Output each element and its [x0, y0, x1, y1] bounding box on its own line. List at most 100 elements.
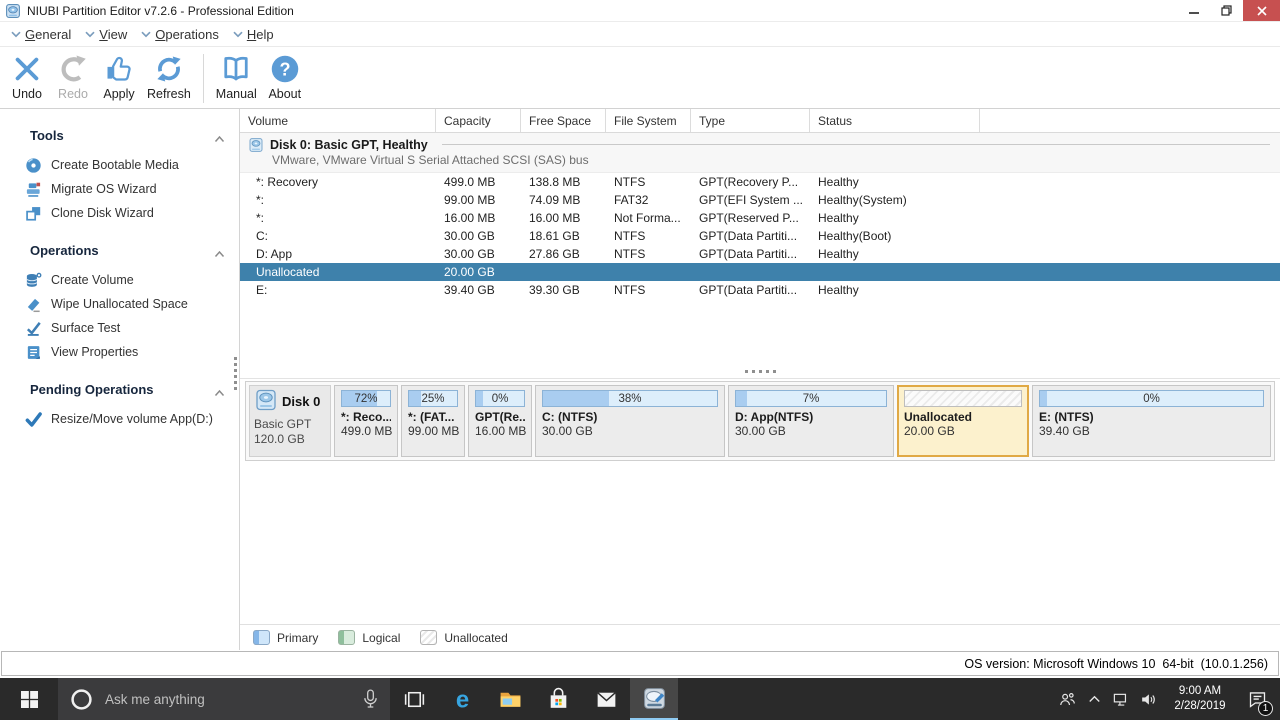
column-header-file-system[interactable]: File System — [606, 109, 691, 132]
cell-free: 27.86 GB — [521, 245, 606, 263]
table-row-unallocated[interactable]: Unallocated20.00 GB — [240, 263, 1280, 281]
taskbar-clock[interactable]: 9:00 AM 2/28/2019 — [1166, 684, 1234, 714]
action-center-icon[interactable]: 1 — [1240, 678, 1274, 720]
sidebar-section-pending-operations: Pending Operations Resize/Move volume App… — [0, 377, 239, 431]
table-row-d-app[interactable]: D: App30.00 GB27.86 GBNTFSGPT(Data Parti… — [240, 245, 1280, 263]
column-header-volume[interactable]: Volume — [240, 109, 436, 132]
store-icon[interactable] — [534, 678, 582, 720]
cell-fs: Not Forma... — [606, 209, 691, 227]
partition-name: C: (NTFS) — [542, 410, 718, 424]
usage-percent: 0% — [492, 393, 509, 405]
usage-bar: 0% — [1039, 390, 1264, 407]
clock-time: 9:00 AM — [1166, 684, 1234, 699]
minimize-button[interactable] — [1177, 0, 1210, 21]
clock-date: 2/28/2019 — [1166, 699, 1234, 714]
column-header-capacity[interactable]: Capacity — [436, 109, 521, 132]
partition-size: 20.00 GB — [904, 424, 1022, 438]
menu-operations[interactable]: Operations — [136, 22, 228, 46]
menu-label: Operations — [155, 27, 219, 42]
sidebar: Tools Create Bootable MediaMigrate OS Wiz… — [0, 109, 240, 650]
partition-block-d-app-ntfs[interactable]: 7%D: App(NTFS)30.00 GB — [728, 385, 894, 457]
sidebar-item-surface-test[interactable]: Surface Test — [0, 316, 239, 340]
sidebar-item-label: Clone Disk Wizard — [51, 206, 154, 220]
table-row-[interactable]: *:16.00 MB16.00 MBNot Forma...GPT(Reserv… — [240, 209, 1280, 227]
sidebar-item-wipe-unallocated-space[interactable]: Wipe Unallocated Space — [0, 292, 239, 316]
partition-block-c-ntfs[interactable]: 38%C: (NTFS)30.00 GB — [535, 385, 725, 457]
panel-splitter-handle[interactable] — [234, 357, 239, 390]
legend-label: Logical — [362, 631, 400, 645]
partition-block-fat[interactable]: 25%*: (FAT...99.00 MB — [401, 385, 465, 457]
refresh-icon — [154, 54, 184, 84]
sidebar-section-header[interactable]: Operations — [0, 238, 239, 262]
partition-name: GPT(Re... — [475, 410, 525, 424]
legend-swatch-unallocated — [420, 630, 437, 645]
refresh-button[interactable]: Refresh — [142, 52, 196, 101]
manual-button[interactable]: Manual — [211, 52, 262, 101]
apply-button[interactable]: Apply — [96, 52, 142, 101]
table-row-recovery[interactable]: *: Recovery499.0 MB138.8 MBNTFSGPT(Recov… — [240, 173, 1280, 191]
column-header-status[interactable]: Status — [810, 109, 980, 132]
menu-help[interactable]: Help — [228, 22, 283, 46]
network-icon[interactable] — [1108, 678, 1135, 720]
table-row-e[interactable]: E:39.40 GB39.30 GBNTFSGPT(Data Partiti..… — [240, 281, 1280, 299]
task-view-button[interactable] — [390, 678, 438, 720]
disk-drive-icon — [254, 389, 278, 414]
partition-block-reco[interactable]: 72%*: Reco...499.0 MB — [334, 385, 398, 457]
menu-view[interactable]: View — [80, 22, 136, 46]
cell-type — [691, 263, 810, 281]
cell-free: 138.8 MB — [521, 173, 606, 191]
people-icon[interactable] — [1054, 678, 1081, 720]
cell-status — [810, 263, 980, 281]
edge-icon[interactable]: e — [438, 678, 486, 720]
column-header-type[interactable]: Type — [691, 109, 810, 132]
cell-status: Healthy(System) — [810, 191, 980, 209]
spacer — [240, 299, 1280, 365]
mail-icon[interactable] — [582, 678, 630, 720]
partition-block-e-ntfs[interactable]: 0%E: (NTFS)39.40 GB — [1032, 385, 1271, 457]
close-button[interactable] — [1243, 0, 1280, 21]
redo-button[interactable]: Redo — [50, 52, 96, 101]
sidebar-section-header[interactable]: Pending Operations — [0, 377, 239, 401]
disk-group-title: Disk 0: Basic GPT, Healthy — [270, 138, 428, 152]
sidebar-item-resize-move-volume-app-d[interactable]: Resize/Move volume App(D:) — [0, 407, 239, 431]
about-button[interactable]: ?About — [262, 52, 308, 101]
cortana-icon — [70, 688, 93, 711]
microphone-icon[interactable] — [363, 689, 378, 710]
cell-extra — [980, 227, 1280, 245]
table-row-[interactable]: *:99.00 MB74.09 MBFAT32GPT(EFI System ..… — [240, 191, 1280, 209]
file-explorer-icon[interactable] — [486, 678, 534, 720]
sidebar-item-create-volume[interactable]: Create Volume — [0, 268, 239, 292]
menu-label: General — [25, 27, 71, 42]
sidebar-item-view-properties[interactable]: View Properties — [0, 340, 239, 364]
tray-expand-icon[interactable] — [1081, 678, 1108, 720]
column-header-free-space[interactable]: Free Space — [521, 109, 606, 132]
niubi-app-icon[interactable] — [630, 678, 678, 720]
partition-block-unallocated[interactable]: Unallocated20.00 GB — [897, 385, 1029, 457]
partition-name: *: Reco... — [341, 410, 391, 424]
cell-type: GPT(Data Partiti... — [691, 281, 810, 299]
usage-bar: 38% — [542, 390, 718, 407]
cell-type: GPT(EFI System ... — [691, 191, 810, 209]
cell-status: Healthy(Boot) — [810, 227, 980, 245]
sidebar-item-clone-disk-wizard[interactable]: Clone Disk Wizard — [0, 201, 239, 225]
disk-group-row[interactable]: Disk 0: Basic GPT, Healthy VMware, VMwar… — [240, 133, 1280, 173]
disk-map-disk-info[interactable]: Disk 0 Basic GPT 120.0 GB — [249, 385, 331, 457]
sidebar-item-migrate-os-wizard[interactable]: Migrate OS Wizard — [0, 177, 239, 201]
sidebar-section-header[interactable]: Tools — [0, 123, 239, 147]
sidebar-item-create-bootable-media[interactable]: Create Bootable Media — [0, 153, 239, 177]
usage-fill — [476, 391, 483, 406]
search-box[interactable]: Ask me anything — [58, 678, 390, 720]
usage-bar: 72% — [341, 390, 391, 407]
cell-volume: *: Recovery — [240, 173, 436, 191]
table-row-c[interactable]: C:30.00 GB18.61 GBNTFSGPT(Data Partiti..… — [240, 227, 1280, 245]
undo-button[interactable]: Undo — [4, 52, 50, 101]
toolbar-button-label: Redo — [58, 87, 88, 101]
partition-block-gpt-re[interactable]: 0%GPT(Re...16.00 MB — [468, 385, 532, 457]
horizontal-splitter[interactable] — [240, 365, 1280, 379]
restore-button[interactable] — [1210, 0, 1243, 21]
chevron-down-icon — [141, 31, 151, 38]
cell-status: Healthy — [810, 245, 980, 263]
menu-general[interactable]: General — [6, 22, 80, 46]
start-button[interactable] — [0, 678, 58, 720]
volume-icon[interactable] — [1135, 678, 1162, 720]
